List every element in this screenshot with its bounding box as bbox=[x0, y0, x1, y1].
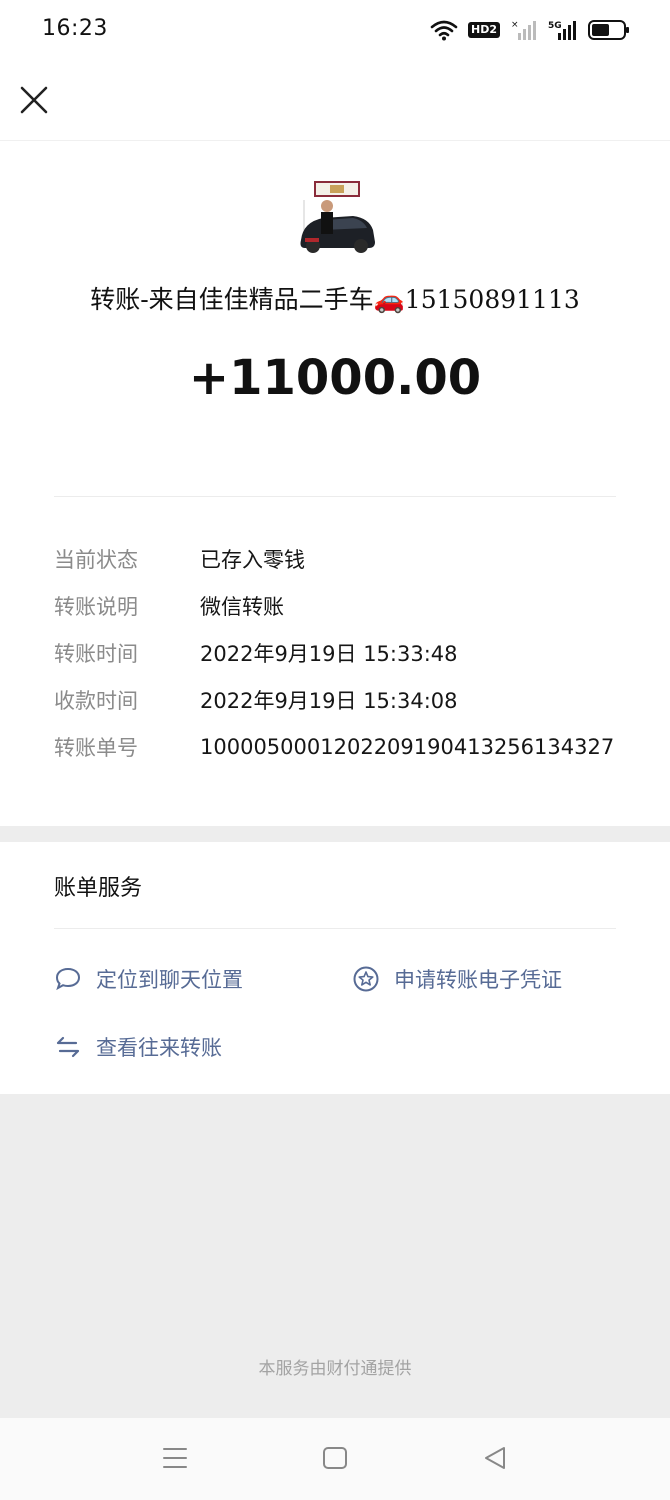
svg-text:5G: 5G bbox=[548, 21, 562, 31]
detail-label: 收款时间 bbox=[54, 688, 138, 713]
svg-text:×: × bbox=[511, 20, 519, 30]
detail-value: 已存入零钱 bbox=[200, 547, 305, 572]
signal-no-service-icon: × bbox=[511, 20, 536, 40]
star-badge-icon bbox=[353, 966, 379, 992]
section-separator bbox=[0, 826, 670, 842]
view-transfers-label: 查看往来转账 bbox=[96, 1036, 222, 1060]
detail-row-note: 转账说明 微信转账 bbox=[54, 582, 634, 629]
detail-row-transfer-time: 转账时间 2022年9月19日 15:33:48 bbox=[54, 629, 634, 676]
detail-value: 2022年9月19日 15:34:08 bbox=[200, 688, 458, 713]
detail-label: 转账单号 bbox=[54, 735, 138, 760]
apply-voucher-link[interactable]: 申请转账电子凭证 bbox=[352, 964, 562, 994]
system-nav-bar bbox=[0, 1418, 670, 1500]
view-transfers-link[interactable]: 查看往来转账 bbox=[54, 1032, 222, 1062]
menu-icon[interactable] bbox=[162, 1444, 188, 1472]
detail-row-status: 当前状态 已存入零钱 bbox=[54, 535, 634, 582]
detail-label: 转账时间 bbox=[54, 641, 138, 666]
detail-label: 转账说明 bbox=[54, 594, 138, 619]
chat-bubble-icon bbox=[55, 967, 81, 991]
battery-icon bbox=[588, 20, 629, 40]
transfer-title: 转账-来自佳佳精品二手车🚗15150891113 bbox=[90, 285, 580, 314]
detail-label: 当前状态 bbox=[54, 547, 138, 572]
transfer-arrows-icon bbox=[56, 1036, 80, 1058]
bill-services: 账单服务 定位到聊天位置 申请转账电子凭证 查看往来转账 bbox=[0, 842, 670, 1094]
locate-chat-link[interactable]: 定位到聊天位置 bbox=[54, 964, 243, 994]
detail-value: 微信转账 bbox=[200, 594, 284, 619]
close-icon[interactable] bbox=[16, 82, 52, 118]
provider-note: 本服务由财付通提供 bbox=[258, 1359, 412, 1379]
status-time: 16:23 bbox=[42, 16, 108, 41]
detail-value: 2022年9月19日 15:33:48 bbox=[200, 641, 458, 666]
locate-chat-label: 定位到聊天位置 bbox=[96, 968, 243, 992]
back-icon[interactable] bbox=[482, 1444, 508, 1472]
hd-voice-icon: HD2 bbox=[468, 22, 500, 38]
services-title: 账单服务 bbox=[54, 876, 143, 901]
divider bbox=[54, 496, 616, 497]
top-bar bbox=[0, 60, 670, 141]
status-icons: HD2 × 5G bbox=[430, 17, 630, 43]
detail-value: 1000050001202209190413256134327 bbox=[200, 734, 615, 759]
apply-voucher-label: 申请转账电子凭证 bbox=[394, 968, 562, 992]
detail-row-receive-time: 收款时间 2022年9月19日 15:34:08 bbox=[54, 676, 634, 723]
5g-signal-icon: 5G bbox=[548, 21, 576, 40]
wifi-icon bbox=[430, 20, 458, 41]
divider bbox=[54, 928, 616, 929]
transfer-details: 当前状态 已存入零钱 转账说明 微信转账 转账时间 2022年9月19日 15:… bbox=[54, 535, 634, 770]
sender-avatar bbox=[295, 180, 377, 256]
transfer-amount: +11000.00 bbox=[188, 350, 482, 406]
home-icon[interactable] bbox=[322, 1444, 348, 1472]
status-bar: 16:23 HD2 × 5G bbox=[0, 0, 670, 60]
detail-row-order-id: 转账单号 1000050001202209190413256134327 bbox=[54, 723, 634, 770]
